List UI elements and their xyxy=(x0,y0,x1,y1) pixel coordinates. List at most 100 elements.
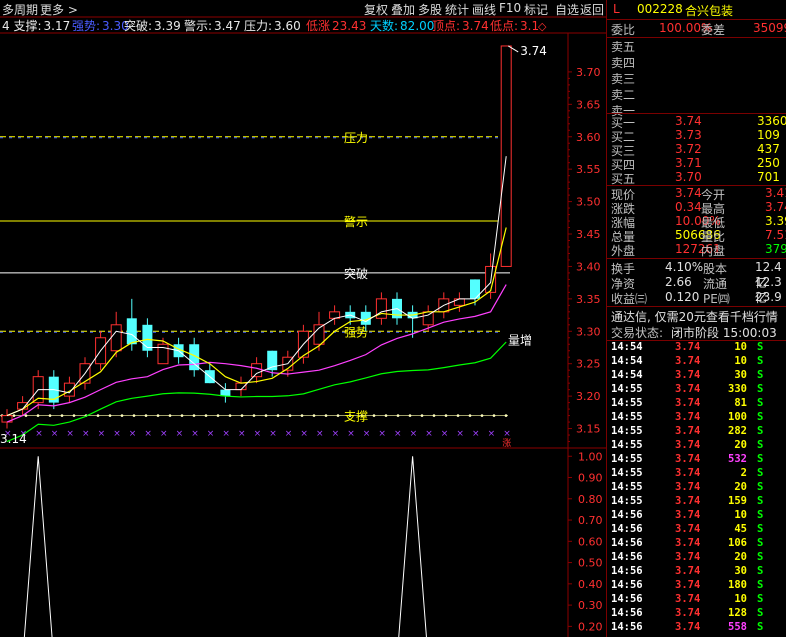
commission-diff-value: 35099 xyxy=(753,21,786,35)
tick-side: S xyxy=(757,411,764,423)
tick-time: 14:56 xyxy=(611,579,643,591)
tick-volume: 2 xyxy=(740,467,747,479)
period-marker: × xyxy=(207,429,215,439)
buy-level-volume: 109 xyxy=(757,128,780,142)
buy-level-price: 3.74 xyxy=(675,114,702,128)
tick-side: S xyxy=(757,523,764,535)
period-marker: × xyxy=(488,429,496,439)
tick-row: 14:56 3.74 558 S xyxy=(607,621,786,636)
tick-price: 3.74 xyxy=(675,481,701,493)
tick-row: 14:56 3.74 180 S xyxy=(607,579,786,594)
tick-row: 14:55 3.74 100 S xyxy=(607,411,786,426)
tick-row: 14:55 3.74 532 S xyxy=(607,453,786,468)
ma60-line xyxy=(6,341,507,443)
period-marker: × xyxy=(378,429,386,439)
tick-time: 14:54 xyxy=(611,369,643,381)
sell-level-row: 卖三 xyxy=(607,70,786,86)
tick-price: 3.74 xyxy=(675,355,701,367)
indicator-tick-label: 0.50 xyxy=(578,557,603,570)
period-marker: × xyxy=(472,429,480,439)
tick-time: 14:54 xyxy=(611,355,643,367)
tick-side: S xyxy=(757,495,764,507)
peak-price-label: 3.74 xyxy=(520,44,547,58)
period-marker: × xyxy=(363,429,371,439)
tick-row: 14:56 3.74 10 S xyxy=(607,593,786,608)
period-marker: × xyxy=(191,429,199,439)
notice-row[interactable]: 通达信, 仅需20元查看千档行情 xyxy=(607,308,786,324)
quote-stat2-row: 净资 2.66 流通 12.3亿 xyxy=(607,275,786,305)
tick-volume: 10 xyxy=(734,593,747,605)
tick-row: 14:55 3.74 81 S xyxy=(607,397,786,412)
tick-price: 3.74 xyxy=(675,383,701,395)
signal-line xyxy=(23,456,427,637)
buy-level-row: 买五 3.70 701 xyxy=(607,170,786,186)
tick-row: 14:55 3.74 20 S xyxy=(607,481,786,496)
tick-time: 14:55 xyxy=(611,467,643,479)
indicator-tick-label: 0.60 xyxy=(578,535,603,548)
pressure-label: 压力 xyxy=(344,131,368,145)
tick-price: 3.74 xyxy=(675,341,701,353)
tick-time: 14:56 xyxy=(611,551,643,563)
period-marker: × xyxy=(425,429,433,439)
indicator-tick-label: 0.90 xyxy=(578,472,603,485)
sell-level-row: 卖二 xyxy=(607,86,786,102)
stat-value: 0.120 xyxy=(665,290,700,304)
stat-label: 收益㈢ xyxy=(611,292,648,306)
tick-row: 14:56 3.74 106 S xyxy=(607,537,786,552)
tick-side: S xyxy=(757,537,764,549)
tick-side: S xyxy=(757,341,764,353)
commission-ratio-label: 委比 xyxy=(611,23,636,37)
warning-label: 警示 xyxy=(344,214,368,229)
tick-price: 3.74 xyxy=(675,467,701,479)
breakout-label: 突破 xyxy=(344,266,368,281)
stat-value: 3.74 xyxy=(675,186,702,200)
tick-time: 14:56 xyxy=(611,607,643,619)
period-marker: × xyxy=(254,429,262,439)
tick-volume: 330 xyxy=(728,383,747,395)
kline-chart[interactable]: 3.70 3.65 3.60 3.55 3.50 3.45 3.40 3.35 3.30 3.25… xyxy=(0,0,606,637)
price-tick-label: 3.30 xyxy=(576,325,601,338)
tick-volume: 100 xyxy=(728,411,747,423)
tick-side: S xyxy=(757,565,764,577)
upgrade-notice[interactable]: 通达信, 仅需20元查看千档行情 xyxy=(611,308,778,325)
stat-value: 2.66 xyxy=(665,275,692,289)
buy-level-price: 3.71 xyxy=(675,156,702,170)
sell-level-label: 卖三 xyxy=(611,72,636,86)
period-marker: × xyxy=(66,429,74,439)
volume-up-label: 量增 xyxy=(508,333,532,347)
tick-side: S xyxy=(757,369,764,381)
stat-value: 7.51 xyxy=(765,228,786,242)
indicator-tick-label: 0.70 xyxy=(578,514,603,527)
period-marker: × xyxy=(410,429,418,439)
tick-price: 3.74 xyxy=(675,537,701,549)
tick-price: 3.74 xyxy=(675,369,701,381)
tick-side: S xyxy=(757,467,764,479)
tick-row: 14:55 3.74 2 S xyxy=(607,467,786,482)
tick-side: S xyxy=(757,355,764,367)
period-marker: × xyxy=(332,429,340,439)
period-marker: × xyxy=(285,429,293,439)
price-tick-label: 3.70 xyxy=(576,66,601,79)
strong-label: 强势 xyxy=(344,325,368,339)
tick-side: S xyxy=(757,593,764,605)
tick-price: 3.74 xyxy=(675,439,701,451)
period-marker: × xyxy=(300,429,308,439)
period-marker: × xyxy=(394,429,402,439)
stat-value: 3.41 xyxy=(765,186,786,200)
period-marker: × xyxy=(456,429,464,439)
period-marker: × xyxy=(98,429,106,439)
tick-time: 14:55 xyxy=(611,425,643,437)
quote-stat2-row: 收益㈢ 0.120 PE㈣ 23.9 xyxy=(607,290,786,306)
support-label: 支撑 xyxy=(344,409,368,424)
limit-up-mark: 涨 xyxy=(502,438,511,449)
tick-price: 3.74 xyxy=(675,509,701,521)
tick-time: 14:56 xyxy=(611,565,643,577)
period-marker: × xyxy=(113,429,121,439)
tick-side: S xyxy=(757,439,764,451)
buy-level-price: 3.70 xyxy=(675,170,702,184)
indicator-tick-label: 1.00 xyxy=(578,450,603,463)
buy-level-volume: 437 xyxy=(757,142,780,156)
tick-time: 14:55 xyxy=(611,383,643,395)
tick-row: 14:54 3.74 10 S xyxy=(607,341,786,356)
tick-time: 14:56 xyxy=(611,523,643,535)
